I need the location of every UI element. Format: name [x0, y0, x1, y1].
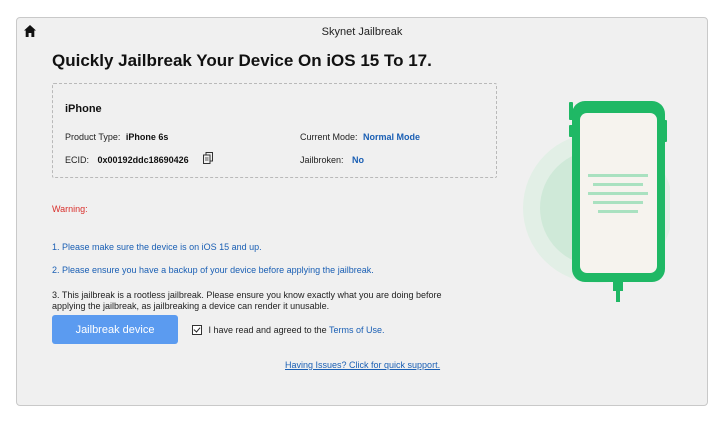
jailbroken-row: Jailbroken: No: [300, 155, 364, 165]
agree-text: I have read and agreed to the: [208, 325, 327, 335]
ecid-label: ECID:: [65, 155, 90, 165]
window-title: Skynet Jailbreak: [321, 26, 403, 38]
product-type-label: Product Type:: [65, 132, 121, 142]
jailbroken-label: Jailbroken:: [300, 155, 344, 165]
jailbreak-device-button[interactable]: Jailbreak device: [52, 315, 178, 344]
page-heading: Quickly Jailbreak Your Device On iOS 15 …: [52, 51, 432, 70]
product-type-value: iPhone 6s: [125, 132, 169, 142]
phone-connector: [613, 282, 623, 291]
warning-note-1: 1. Please make sure the device is on iOS…: [52, 242, 262, 252]
warning-note-2: 2. Please ensure you have a backup of yo…: [52, 265, 374, 275]
phone-illustration: [523, 101, 670, 302]
ecid-value: 0x00192ddc18690426: [97, 155, 189, 165]
product-type-row: Product Type: iPhone 6s: [65, 132, 168, 142]
jailbroken-value: No: [352, 155, 365, 165]
agree-checkbox[interactable]: [192, 325, 202, 335]
quick-support-link[interactable]: Having Issues? Click for quick support.: [285, 360, 440, 370]
terms-agreement: I have read and agreed to the Terms of U…: [192, 325, 384, 335]
screen-line-5: [598, 210, 638, 213]
device-name: iPhone: [65, 103, 102, 115]
copy-icon[interactable]: [203, 152, 213, 164]
screen-line-1: [588, 174, 648, 177]
screen-line-2: [593, 183, 643, 186]
current-mode-label: Current Mode:: [300, 132, 358, 142]
warning-title: Warning:: [52, 204, 88, 214]
current-mode-row: Current Mode: Normal Mode: [300, 132, 420, 142]
screen-line-3: [588, 192, 648, 195]
title-bar: Skynet Jailbreak: [17, 18, 707, 48]
device-info-panel: iPhone Product Type: iPhone 6s Current M…: [52, 83, 497, 178]
phone-cable: [616, 291, 620, 302]
terms-of-use-link[interactable]: Terms of Use.: [329, 325, 385, 335]
screen-line-4: [593, 201, 643, 204]
current-mode-value: Normal Mode: [363, 132, 421, 142]
ecid-row: ECID: 0x00192ddc18690426: [65, 155, 189, 165]
warning-note-3: 3. This jailbreak is a rootless jailbrea…: [52, 290, 442, 311]
